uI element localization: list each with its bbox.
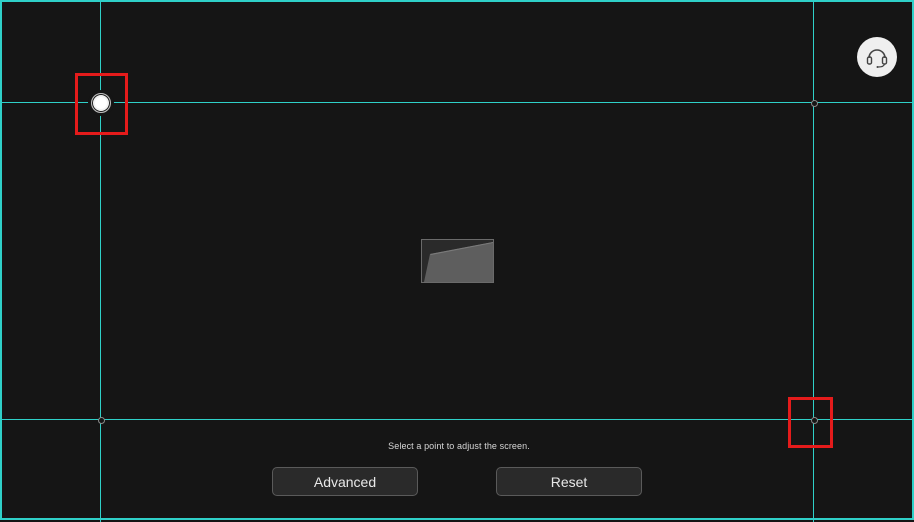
screen-adjust-canvas: Select a point to adjust the screen. Adv…	[0, 0, 914, 522]
guide-line-bottom	[2, 419, 914, 420]
advanced-button[interactable]: Advanced	[272, 467, 418, 496]
keystone-preview-icon	[421, 239, 494, 283]
advanced-button-label: Advanced	[313, 473, 377, 490]
highlight-box-top-left	[75, 73, 128, 135]
corner-handle-bottom-left[interactable]	[97, 416, 105, 424]
headset-icon	[866, 49, 888, 68]
corner-handle-top-right[interactable]	[810, 99, 818, 107]
guide-line-top	[2, 102, 914, 103]
instruction-text: Select a point to adjust the screen.	[388, 441, 530, 451]
headset-help-button[interactable]	[857, 37, 897, 77]
keystone-shape	[424, 242, 493, 282]
reset-button[interactable]: Reset	[496, 467, 642, 496]
reset-button-label: Reset	[550, 473, 588, 490]
